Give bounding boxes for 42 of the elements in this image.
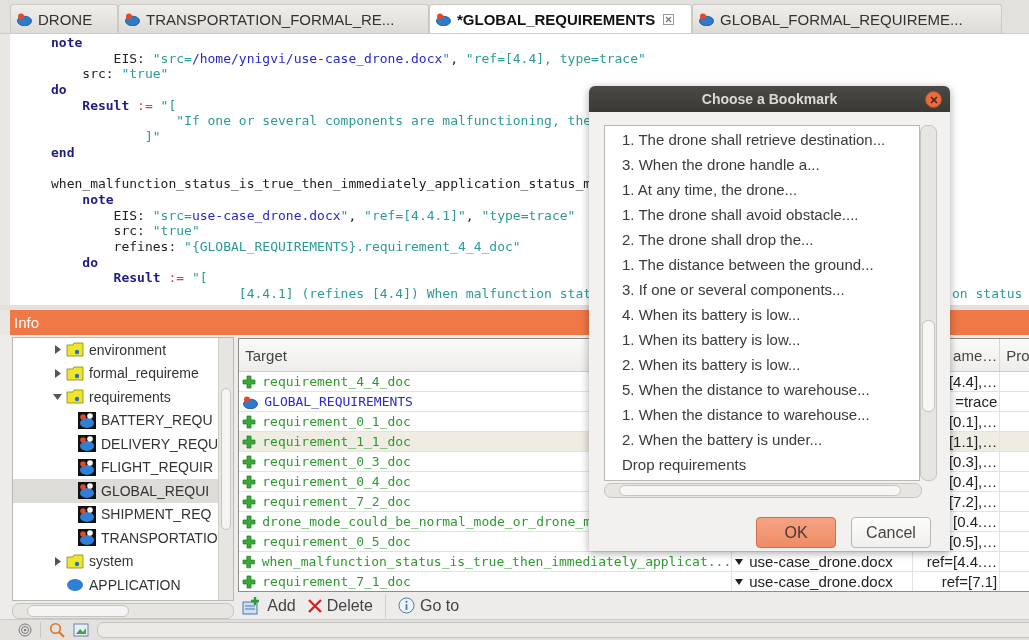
code-line: ]" <box>143 129 161 145</box>
panel-title: Info <box>14 314 40 331</box>
table-cell: requirement_7_1_doc <box>262 574 411 589</box>
table-cell: requirement_1_1_doc <box>262 434 411 449</box>
dialog-title: Choose a Bookmark <box>701 91 838 107</box>
table-cell: requirement_4_4_doc <box>262 374 411 389</box>
code-line: do <box>81 254 98 270</box>
table-cell: drone_mode_could_be_normal_mode_or_drone_m <box>262 514 591 529</box>
table-cell: [7.2],… <box>948 493 998 510</box>
table-cell: ref=[4.4.… <box>926 553 998 570</box>
code-line: Result := "[ <box>112 270 208 286</box>
table-cell: requirement_0_5_doc <box>262 534 411 549</box>
code-line: refines: "{GLOBAL_REQUIREMENTS}.requirement_4_4_doc" <box>112 238 521 254</box>
table-cell: use-case_drone.docx <box>749 573 893 590</box>
code-line: note <box>81 191 114 207</box>
code-line: end <box>51 144 75 160</box>
table-cell: requirement_0_3_doc <box>262 454 411 469</box>
table-cell: requirement_0_1_doc <box>262 414 411 429</box>
table-cell: [4.4],… <box>948 373 998 390</box>
table-cell: ref=[7.1] <box>941 573 998 590</box>
table-cell: GLOBAL_REQUIREMENTS <box>264 394 413 409</box>
table-cell: [0.3],… <box>948 453 998 470</box>
code-line: note <box>51 35 83 50</box>
table-cell: [0.5],… <box>948 533 998 550</box>
code-line: [4.4.1] (refines [4.4]) When malfunction stat <box>237 286 592 301</box>
code-line: when_malfunction_status_is_true_then_immediately_application_status_m <box>51 176 592 192</box>
code-line: src: "true" <box>81 66 169 82</box>
table-cell: when_malfunction_status_is_true_then_immediately_applicat... <box>261 554 732 569</box>
table-cell: use-case_drone.docx <box>749 553 893 570</box>
table-cell: [0.4],… <box>948 473 998 490</box>
code-line: EIS: "src=use-case_drone.docx", "ref=[4.4.1]", "type=trace" <box>112 207 576 223</box>
table-cell: requirement_0_4_doc <box>262 474 411 489</box>
table-cell: requirement_7_2_doc <box>262 494 411 509</box>
code-line: do <box>51 82 67 98</box>
code-line: src: "true" <box>112 223 200 239</box>
table-cell: [0.4.… <box>953 513 998 530</box>
code-line: Result := "[ <box>81 97 177 113</box>
table-cell: [0.1],… <box>948 413 998 430</box>
code-line: EIS: "src=/home/ynigvi/use-case_drone.docx", "ref=[4.4], type=trace" <box>112 50 646 66</box>
code-line: on status <box>952 286 1023 302</box>
table-cell: =trace <box>955 393 998 410</box>
table-cell: [1.1],… <box>948 433 998 450</box>
